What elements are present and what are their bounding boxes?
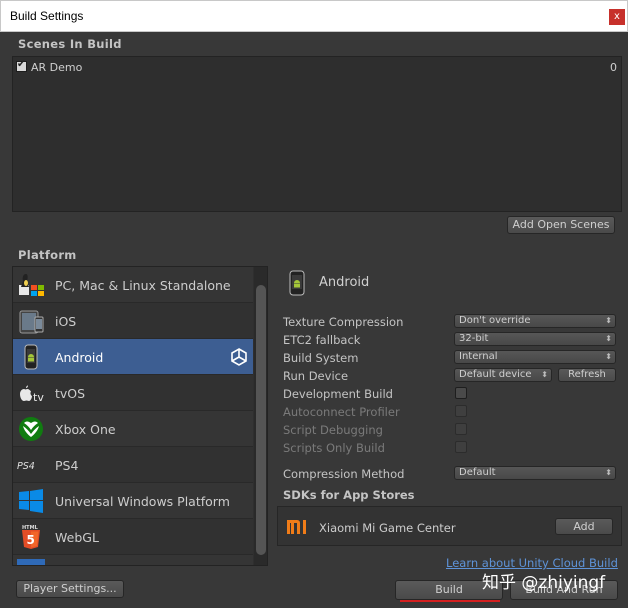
dropdown-value: Internal bbox=[459, 351, 498, 362]
dropdown-arrows-icon: ⬍ bbox=[605, 334, 612, 343]
apple-tv-icon: tv bbox=[20, 385, 44, 404]
development-build-checkbox[interactable] bbox=[455, 387, 467, 399]
annotation-underline bbox=[400, 600, 500, 602]
watermark: 知乎 @zhiyingf bbox=[482, 573, 606, 593]
close-icon[interactable]: x bbox=[609, 9, 625, 25]
android-phone-icon bbox=[289, 270, 305, 296]
platform-scrollbar[interactable] bbox=[254, 267, 267, 565]
platform-item-webgl[interactable]: HTML 5 WebGL bbox=[13, 519, 253, 555]
sdks-header: SDKs for App Stores bbox=[283, 488, 415, 502]
dropdown-value: Default device bbox=[459, 369, 532, 380]
platform-label: WebGL bbox=[55, 530, 99, 545]
window-title: Build Settings bbox=[10, 9, 84, 23]
sdk-label: Xiaomi Mi Game Center bbox=[319, 521, 456, 535]
development-build-label: Development Build bbox=[283, 387, 393, 401]
platform-item-more[interactable] bbox=[13, 555, 253, 565]
platform-label: Xbox One bbox=[55, 422, 116, 437]
platform-label: tvOS bbox=[55, 386, 86, 401]
pc-mac-linux-icon bbox=[19, 274, 44, 296]
refresh-button[interactable]: Refresh bbox=[558, 368, 616, 382]
script-debugging-label: Script Debugging bbox=[283, 423, 383, 437]
xbox-icon bbox=[19, 417, 43, 441]
compression-method-dropdown[interactable]: Default ⬍ bbox=[454, 466, 616, 480]
scripts-only-build-label: Scripts Only Build bbox=[283, 441, 385, 455]
partial-platform-icon bbox=[17, 559, 45, 565]
platform-label: PS4 bbox=[55, 458, 79, 473]
dropdown-value: Don't override bbox=[459, 315, 531, 326]
scene-row[interactable]: AR Demo 0 bbox=[15, 59, 619, 75]
compression-method-label: Compression Method bbox=[283, 467, 405, 481]
xiaomi-logo-icon bbox=[287, 520, 306, 534]
dropdown-arrows-icon: ⬍ bbox=[605, 468, 612, 477]
sdk-item: Xiaomi Mi Game Center Add bbox=[277, 506, 622, 546]
scrollbar-thumb[interactable] bbox=[256, 285, 266, 555]
svg-text:5: 5 bbox=[27, 533, 35, 547]
autoconnect-profiler-label: Autoconnect Profiler bbox=[283, 405, 400, 419]
platform-item-standalone[interactable]: PC, Mac & Linux Standalone bbox=[13, 267, 253, 303]
ps4-icon: PS4 bbox=[17, 461, 35, 472]
platform-label: Android bbox=[55, 350, 104, 365]
scene-name: AR Demo bbox=[31, 61, 83, 74]
platform-list: PC, Mac & Linux Standalone iOS Android t… bbox=[12, 266, 268, 566]
html5-icon: HTML 5 bbox=[22, 525, 40, 549]
ios-device-icon bbox=[19, 310, 44, 334]
unity-logo-icon bbox=[231, 348, 247, 366]
scene-checkbox[interactable] bbox=[16, 59, 27, 72]
add-open-scenes-button[interactable]: Add Open Scenes bbox=[507, 216, 615, 234]
dropdown-value: Default bbox=[459, 467, 496, 478]
platform-item-uwp[interactable]: Universal Windows Platform bbox=[13, 483, 253, 519]
platform-item-android[interactable]: Android bbox=[13, 339, 253, 375]
dropdown-arrows-icon: ⬍ bbox=[605, 316, 612, 325]
platform-item-tvos[interactable]: tv tvOS bbox=[13, 375, 253, 411]
platform-item-ios[interactable]: iOS bbox=[13, 303, 253, 339]
scripts-only-build-checkbox bbox=[455, 441, 467, 453]
platform-label: iOS bbox=[55, 314, 77, 329]
title-bar: Build Settings x bbox=[0, 0, 628, 32]
svg-text:PS4: PS4 bbox=[17, 461, 35, 472]
script-debugging-checkbox bbox=[455, 423, 467, 435]
dropdown-value: 32-bit bbox=[459, 333, 489, 344]
player-settings-button[interactable]: Player Settings... bbox=[16, 580, 124, 598]
run-device-dropdown[interactable]: Default device ⬍ bbox=[454, 368, 552, 382]
add-sdk-button[interactable]: Add bbox=[555, 518, 613, 535]
platform-detail-title: Android bbox=[319, 275, 370, 290]
etc2-fallback-dropdown[interactable]: 32-bit ⬍ bbox=[454, 332, 616, 346]
windows-icon bbox=[19, 489, 43, 513]
dropdown-arrows-icon: ⬍ bbox=[605, 352, 612, 361]
platform-item-xbox[interactable]: Xbox One bbox=[13, 411, 253, 447]
platform-label: PC, Mac & Linux Standalone bbox=[55, 278, 231, 293]
run-device-label: Run Device bbox=[283, 369, 349, 383]
texture-compression-dropdown[interactable]: Don't override ⬍ bbox=[454, 314, 616, 328]
platform-header: Platform bbox=[18, 248, 77, 262]
build-system-label: Build System bbox=[283, 351, 359, 365]
scene-index: 0 bbox=[610, 61, 617, 74]
build-system-dropdown[interactable]: Internal ⬍ bbox=[454, 350, 616, 364]
scenes-list: AR Demo 0 bbox=[12, 56, 622, 212]
etc2-fallback-label: ETC2 fallback bbox=[283, 333, 361, 347]
android-phone-icon bbox=[24, 344, 38, 370]
scenes-in-build-header: Scenes In Build bbox=[18, 37, 122, 51]
platform-label: Universal Windows Platform bbox=[55, 494, 230, 509]
autoconnect-profiler-checkbox bbox=[455, 405, 467, 417]
svg-text:tv: tv bbox=[33, 391, 44, 404]
texture-compression-label: Texture Compression bbox=[283, 315, 404, 329]
dropdown-arrows-icon: ⬍ bbox=[541, 370, 548, 379]
platform-item-ps4[interactable]: PS4 PS4 bbox=[13, 447, 253, 483]
